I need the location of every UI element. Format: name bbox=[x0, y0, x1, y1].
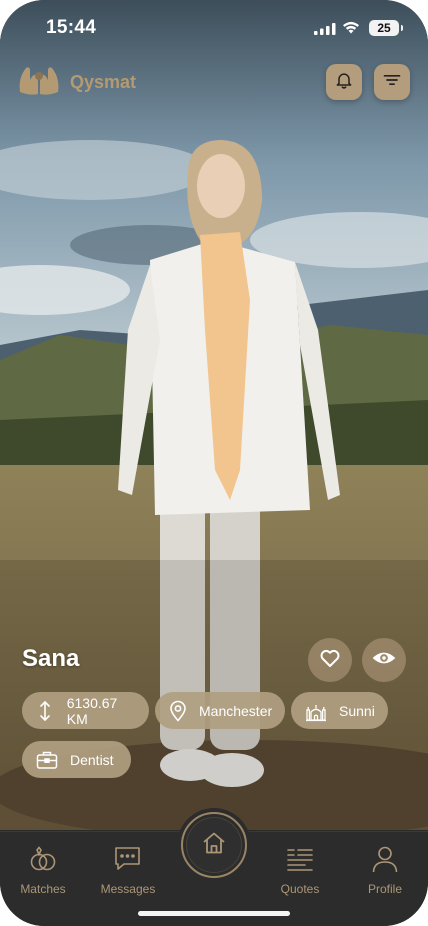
filter-button[interactable] bbox=[374, 64, 410, 100]
nav-label-profile: Profile bbox=[367, 882, 402, 896]
praying-hands-icon bbox=[16, 62, 62, 103]
sect-chip: Sunni bbox=[291, 692, 388, 729]
eye-icon bbox=[371, 645, 397, 676]
view-profile-button[interactable] bbox=[362, 638, 406, 682]
rings-icon bbox=[5, 840, 81, 878]
profession-chip: Dentist bbox=[22, 741, 131, 778]
person-icon bbox=[347, 840, 423, 878]
quotes-icon bbox=[262, 840, 338, 878]
city-chip: Manchester bbox=[155, 692, 285, 729]
profession-label: Dentist bbox=[70, 751, 114, 768]
home-icon bbox=[201, 830, 227, 861]
wifi-icon bbox=[342, 20, 360, 39]
app-logo: Qysmat bbox=[16, 62, 136, 102]
status-bar: 15:44 25 bbox=[0, 0, 428, 54]
location-pin-icon bbox=[169, 700, 187, 722]
nav-label-matches: Matches bbox=[20, 882, 66, 896]
filter-icon bbox=[382, 70, 402, 95]
mosque-icon bbox=[305, 700, 327, 722]
city-label: Manchester bbox=[199, 702, 273, 719]
home-button[interactable] bbox=[181, 812, 247, 878]
home-indicator bbox=[138, 911, 290, 916]
chat-icon bbox=[90, 840, 166, 878]
sect-label: Sunni bbox=[339, 702, 375, 719]
distance-label: 6130.67 KM bbox=[66, 694, 118, 727]
distance-chip: 6130.67 KM bbox=[22, 692, 149, 729]
phone-screen: 15:44 25 Qysmat Sana 6130.67 KM Manchest… bbox=[0, 0, 428, 926]
nav-item-matches[interactable]: Matches bbox=[5, 840, 81, 896]
bell-icon bbox=[334, 70, 354, 95]
nav-label-quotes: Quotes bbox=[280, 882, 320, 896]
battery-icon: 25 bbox=[369, 20, 403, 36]
nav-item-messages[interactable]: Messages bbox=[90, 840, 166, 896]
heart-icon bbox=[318, 646, 342, 675]
nav-item-quotes[interactable]: Quotes bbox=[262, 840, 338, 896]
status-time: 15:44 bbox=[46, 17, 97, 38]
cellular-signal-icon bbox=[314, 22, 336, 40]
distance-arrows-icon bbox=[36, 700, 55, 722]
home-button-inner bbox=[186, 817, 242, 873]
profile-name: Sana bbox=[22, 645, 80, 672]
nav-label-messages: Messages bbox=[100, 882, 156, 896]
app-name: Qysmat bbox=[70, 71, 137, 92]
notifications-button[interactable] bbox=[326, 64, 362, 100]
like-button[interactable] bbox=[308, 638, 352, 682]
nav-item-profile[interactable]: Profile bbox=[347, 840, 423, 896]
briefcase-icon bbox=[36, 749, 58, 771]
